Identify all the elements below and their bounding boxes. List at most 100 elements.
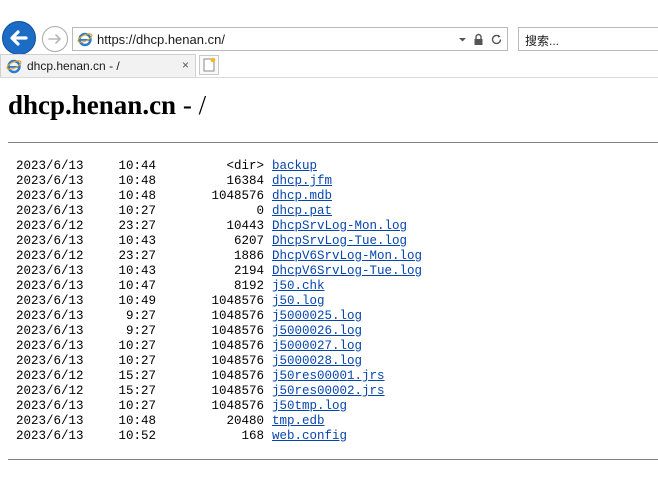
listing-row: 2023/6/12 23:27 1886 DhcpV6SrvLog-Mon.log [16,249,422,264]
listing-time: 10:48 [118,174,156,188]
browser-toolbar: https://dhcp.henan.cn/ 搜索... [0,0,658,55]
listing-row: 2023/6/13 10:49 1048576 j50.log [16,294,422,309]
file-link[interactable]: dhcp.pat [272,204,332,219]
listing-time: 10:43 [118,234,156,248]
listing-date: 2023/6/13 [16,414,84,428]
listing-size: 1048576 [211,189,264,203]
search-box[interactable]: 搜索... [518,27,658,51]
arrow-left-icon [10,30,28,46]
directory-listing: 2023/6/13 10:44 <dir> backup 2023/6/13 10:48 1… [16,159,422,444]
listing-size: 1048576 [211,339,264,353]
file-link[interactable]: DhcpV6SrvLog-Tue.log [272,264,422,279]
page-title-host: dhcp.henan.cn [8,90,177,120]
listing-date: 2023/6/12 [16,369,84,383]
listing-date: 2023/6/13 [16,174,84,188]
file-link[interactable]: DhcpSrvLog-Mon.log [272,219,407,234]
listing-size: 1048576 [211,384,264,398]
close-tab-button[interactable]: × [182,58,189,72]
listing-time: 10:52 [118,429,156,443]
file-link[interactable]: j50res00001.jrs [272,369,385,384]
listing-date: 2023/6/13 [16,159,84,173]
file-link[interactable]: j50tmp.log [272,399,347,414]
listing-date: 2023/6/13 [16,429,84,443]
url-text[interactable]: https://dhcp.henan.cn/ [97,32,225,47]
listing-row: 2023/6/13 10:52 168 web.config [16,429,422,444]
forward-button[interactable] [42,26,68,52]
listing-date: 2023/6/13 [16,399,84,413]
listing-size: 0 [256,204,264,218]
file-link[interactable]: DhcpSrvLog-Tue.log [272,234,407,249]
listing-size: 1886 [233,249,264,263]
listing-size: <dir> [226,159,264,173]
listing-size: 2194 [233,264,264,278]
file-link[interactable]: j5000027.log [272,339,362,354]
address-bar[interactable]: https://dhcp.henan.cn/ [72,27,508,51]
tab-title[interactable]: dhcp.henan.cn - / [27,59,120,73]
listing-time: 10:27 [118,354,156,368]
file-link[interactable]: DhcpV6SrvLog-Mon.log [272,249,422,264]
file-link[interactable]: j5000028.log [272,354,362,369]
listing-row: 2023/6/13 10:47 8192 j50.chk [16,279,422,294]
listing-date: 2023/6/13 [16,264,84,278]
ie-logo-icon [77,32,93,47]
listing-time: 10:48 [118,189,156,203]
refresh-icon[interactable] [490,33,503,46]
listing-date: 2023/6/13 [16,354,84,368]
listing-row: 2023/6/13 10:48 20480 tmp.edb [16,414,422,429]
listing-time: 23:27 [118,219,156,233]
listing-date: 2023/6/12 [16,219,84,233]
listing-date: 2023/6/13 [16,279,84,293]
arrow-right-icon [48,34,61,44]
listing-row: 2023/6/12 15:27 1048576 j50res00002.jrs [16,384,422,399]
new-tab-icon [203,57,216,72]
listing-time: 23:27 [118,249,156,263]
tab-active[interactable]: dhcp.henan.cn - / × [0,54,196,77]
listing-time: 10:44 [118,159,156,173]
listing-size: 168 [241,429,264,443]
listing-size: 1048576 [211,369,264,383]
listing-time: 10:27 [118,339,156,353]
new-tab-button[interactable] [199,55,219,75]
listing-time: 10:27 [118,204,156,218]
file-link[interactable]: dhcp.mdb [272,189,332,204]
listing-row: 2023/6/13 10:43 2194 DhcpV6SrvLog-Tue.log [16,264,422,279]
file-link[interactable]: dhcp.jfm [272,174,332,189]
listing-size: 1048576 [211,324,264,338]
listing-date: 2023/6/13 [16,324,84,338]
listing-size: 8192 [233,279,264,293]
listing-size: 10443 [226,219,264,233]
file-link[interactable]: web.config [272,429,347,444]
listing-date: 2023/6/13 [16,294,84,308]
file-link[interactable]: j5000025.log [272,309,362,324]
listing-row: 2023/6/13 10:48 1048576 dhcp.mdb [16,189,422,204]
listing-row: 2023/6/13 9:27 1048576 j5000025.log [16,309,422,324]
file-link[interactable]: j50res00002.jrs [272,384,385,399]
listing-time: 15:27 [118,384,156,398]
listing-row: 2023/6/13 9:27 1048576 j5000026.log [16,324,422,339]
file-link[interactable]: j5000026.log [272,324,362,339]
search-placeholder[interactable]: 搜索... [525,32,559,49]
page-content: dhcp.henan.cn - / 2023/6/13 10:44 <dir> bac… [0,78,658,502]
file-link[interactable]: tmp.edb [272,414,325,429]
listing-row: 2023/6/12 23:27 10443 DhcpSrvLog-Mon.log [16,219,422,234]
listing-date: 2023/6/12 [16,249,84,263]
listing-time: 15:27 [118,369,156,383]
file-link[interactable]: j50.log [272,294,325,309]
listing-date: 2023/6/13 [16,234,84,248]
listing-time: 10:27 [118,399,156,413]
file-link[interactable]: backup [272,159,317,174]
listing-size: 20480 [226,414,264,428]
listing-time: 10:47 [118,279,156,293]
back-button[interactable] [2,21,36,55]
top-divider [8,142,658,143]
listing-date: 2023/6/13 [16,189,84,203]
ie-logo-icon [6,59,22,74]
listing-size: 1048576 [211,309,264,323]
lock-icon[interactable] [473,33,484,46]
dropdown-arrow-icon[interactable] [458,35,467,44]
file-link[interactable]: j50.chk [272,279,325,294]
listing-date: 2023/6/13 [16,204,84,218]
listing-row: 2023/6/12 15:27 1048576 j50res00001.jrs [16,369,422,384]
listing-date: 2023/6/13 [16,309,84,323]
listing-time: 10:48 [118,414,156,428]
